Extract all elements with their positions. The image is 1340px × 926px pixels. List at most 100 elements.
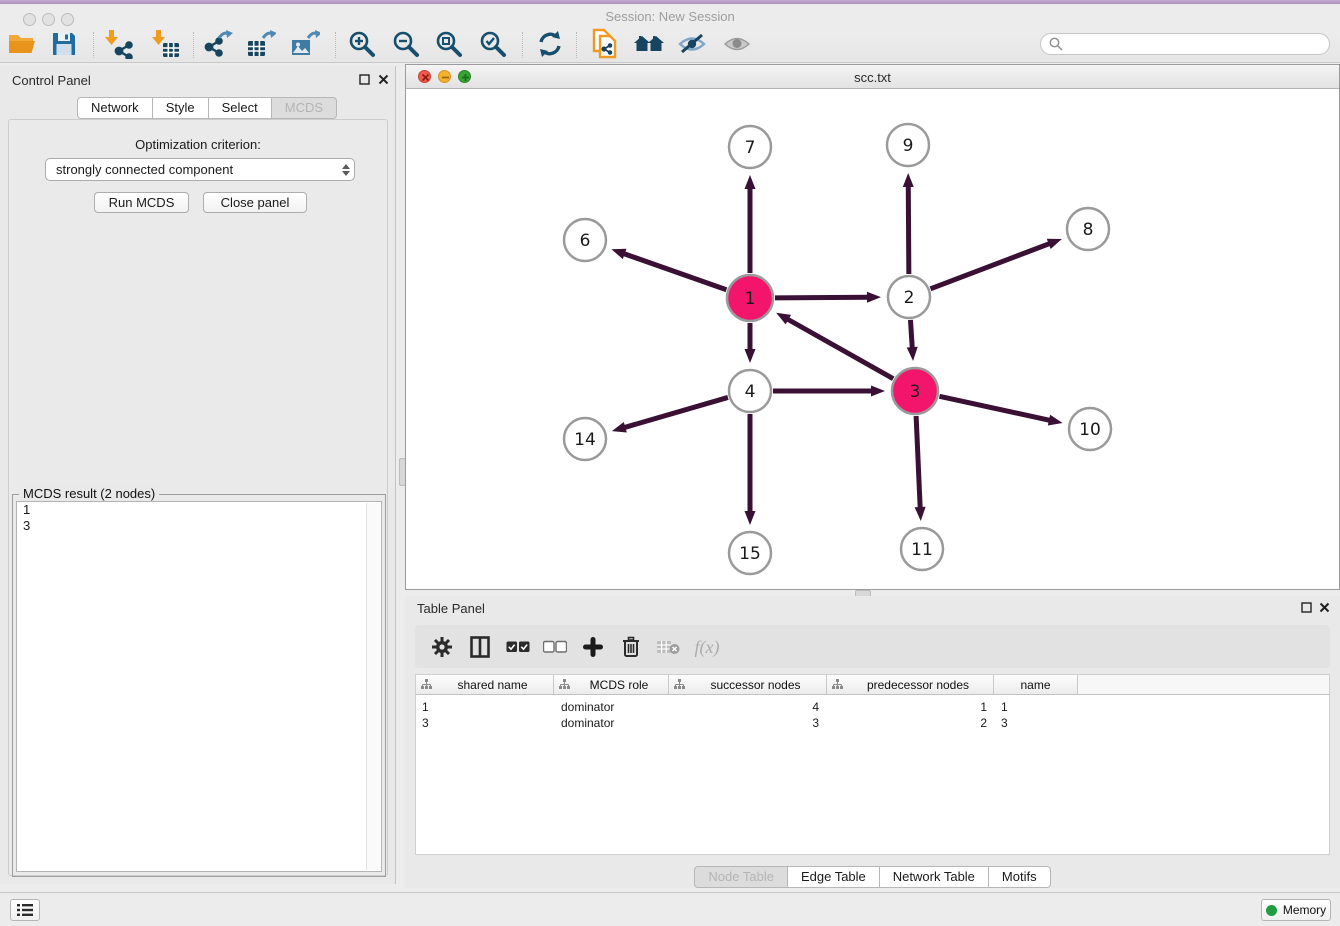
optimization-criterion-label: Optimization criterion: xyxy=(0,137,396,152)
graph-node-label: 7 xyxy=(745,138,756,158)
graph-node-label: 1 xyxy=(745,289,756,309)
tab-style[interactable]: Style xyxy=(153,97,209,119)
control-panel-close-button[interactable] xyxy=(378,74,389,85)
save-icon xyxy=(51,31,77,57)
node-table: shared name MCDS role successor nodes pr… xyxy=(415,674,1330,855)
optimization-criterion-select[interactable]: strongly connected component xyxy=(45,158,355,181)
unselect-all-columns-button[interactable] xyxy=(540,633,570,661)
import-network-button[interactable] xyxy=(100,26,138,62)
column-header-shared-name[interactable]: shared name xyxy=(416,675,554,694)
memory-label: Memory xyxy=(1283,903,1326,917)
run-mcds-button[interactable]: Run MCDS xyxy=(94,192,189,213)
list-icon xyxy=(17,903,33,917)
eye-slash-icon xyxy=(677,32,707,56)
table-panel-tabs: Node Table Edge Table Network Table Moti… xyxy=(405,866,1340,888)
graph-edge-4-14[interactable] xyxy=(623,397,728,427)
save-session-button[interactable] xyxy=(45,26,83,62)
memory-status-icon xyxy=(1266,905,1277,916)
tab-edge-table[interactable]: Edge Table xyxy=(788,866,880,888)
show-graphics-details-button[interactable] xyxy=(718,26,756,62)
show-all-networks-button[interactable] xyxy=(630,26,668,62)
cell-mcds-role[interactable]: dominator xyxy=(561,715,614,731)
task-history-button[interactable] xyxy=(10,899,40,921)
tab-select[interactable]: Select xyxy=(209,97,272,119)
checked-boxes-icon xyxy=(506,640,530,654)
table-panel: Table Panel xyxy=(405,596,1340,888)
cell-name[interactable]: 1 xyxy=(1001,699,1008,715)
zoom-in-button[interactable] xyxy=(343,26,381,62)
result-scrollbar[interactable] xyxy=(366,503,380,870)
zoom-selected-button[interactable] xyxy=(474,26,512,62)
export-network-button[interactable] xyxy=(199,26,237,62)
cell-mcds-role[interactable]: dominator xyxy=(561,699,614,715)
cell-successor-nodes[interactable]: 4 xyxy=(669,699,819,715)
table-toolbar: f(x) xyxy=(415,625,1330,668)
graph-edge-1-2[interactable] xyxy=(775,297,869,298)
import-table-button[interactable] xyxy=(147,26,185,62)
close-panel-button[interactable]: Close panel xyxy=(203,192,307,213)
tab-network-table[interactable]: Network Table xyxy=(880,866,989,888)
column-header-predecessor-nodes[interactable]: predecessor nodes xyxy=(827,675,994,694)
delete-column-button[interactable] xyxy=(616,633,646,661)
apply-style-refresh-button[interactable] xyxy=(531,26,569,62)
table-settings-button[interactable] xyxy=(427,633,457,661)
cell-name[interactable]: 3 xyxy=(1001,715,1008,731)
memory-status-button[interactable]: Memory xyxy=(1261,899,1331,921)
columns-icon xyxy=(470,636,490,658)
network-window-titlebar[interactable]: scc.txt xyxy=(406,65,1339,89)
clone-network-button[interactable] xyxy=(586,26,624,62)
export-table-icon xyxy=(246,29,276,59)
table-panel-float-button[interactable] xyxy=(1301,602,1312,613)
zoom-fit-button[interactable] xyxy=(430,26,468,62)
cell-shared-name[interactable]: 3 xyxy=(422,715,429,731)
tab-network[interactable]: Network xyxy=(77,97,153,119)
trash-icon xyxy=(622,636,640,658)
cell-predecessor-nodes[interactable]: 2 xyxy=(827,715,987,731)
graph-edge-1-6[interactable] xyxy=(623,253,727,289)
zoom-out-button[interactable] xyxy=(387,26,425,62)
toolbar-separator xyxy=(93,32,94,58)
control-panel-tabs: Network Style Select MCDS xyxy=(77,97,337,119)
export-table-button[interactable] xyxy=(242,26,280,62)
cell-successor-nodes[interactable]: 3 xyxy=(669,715,819,731)
hide-graphics-details-button[interactable] xyxy=(673,26,711,62)
graph-edge-2-3[interactable] xyxy=(910,320,912,349)
graph-edge-3-10[interactable] xyxy=(939,396,1050,420)
column-header-name[interactable]: name xyxy=(994,675,1078,694)
graph-node-label: 14 xyxy=(574,430,596,450)
cell-shared-name[interactable]: 1 xyxy=(422,699,429,715)
graph-node-label: 8 xyxy=(1083,220,1094,240)
plus-icon xyxy=(583,637,603,657)
graph-edge-3-1[interactable] xyxy=(787,319,894,379)
tab-mcds[interactable]: MCDS xyxy=(272,97,337,119)
table-panel-close-button[interactable] xyxy=(1319,602,1330,613)
select-all-columns-button[interactable] xyxy=(503,633,533,661)
tab-motifs[interactable]: Motifs xyxy=(989,866,1051,888)
refresh-icon xyxy=(536,30,564,58)
mcds-result-title: MCDS result (2 nodes) xyxy=(19,486,159,501)
network-canvas[interactable]: 1234678910111415 xyxy=(406,89,1339,589)
toolbar-separator xyxy=(193,32,194,58)
export-image-button[interactable] xyxy=(286,26,324,62)
column-header-successor-nodes[interactable]: successor nodes xyxy=(669,675,827,694)
tab-node-table[interactable]: Node Table xyxy=(694,866,788,888)
graph-edge-arrowhead xyxy=(915,507,926,521)
status-bar: Memory xyxy=(0,892,1340,926)
show-column-panel-button[interactable] xyxy=(465,633,495,661)
column-header-mcds-role[interactable]: MCDS role xyxy=(554,675,669,694)
gear-icon xyxy=(431,636,453,658)
mcds-result-list[interactable]: 1 3 xyxy=(16,501,382,872)
control-panel-float-button[interactable] xyxy=(359,74,370,85)
graph-edge-3-11[interactable] xyxy=(916,416,920,509)
graph-edge-2-8[interactable] xyxy=(931,243,1051,289)
export-network-icon xyxy=(203,29,233,59)
open-session-button[interactable] xyxy=(3,26,41,62)
fx-icon: f(x) xyxy=(695,637,720,658)
graph-edge-2-9[interactable] xyxy=(908,185,909,274)
network-window-title: scc.txt xyxy=(406,70,1339,85)
network-search-box[interactable] xyxy=(1040,33,1330,55)
search-input[interactable] xyxy=(1068,36,1322,52)
cell-predecessor-nodes[interactable]: 1 xyxy=(827,699,987,715)
clone-network-icon xyxy=(590,28,620,60)
create-column-button[interactable] xyxy=(578,633,608,661)
